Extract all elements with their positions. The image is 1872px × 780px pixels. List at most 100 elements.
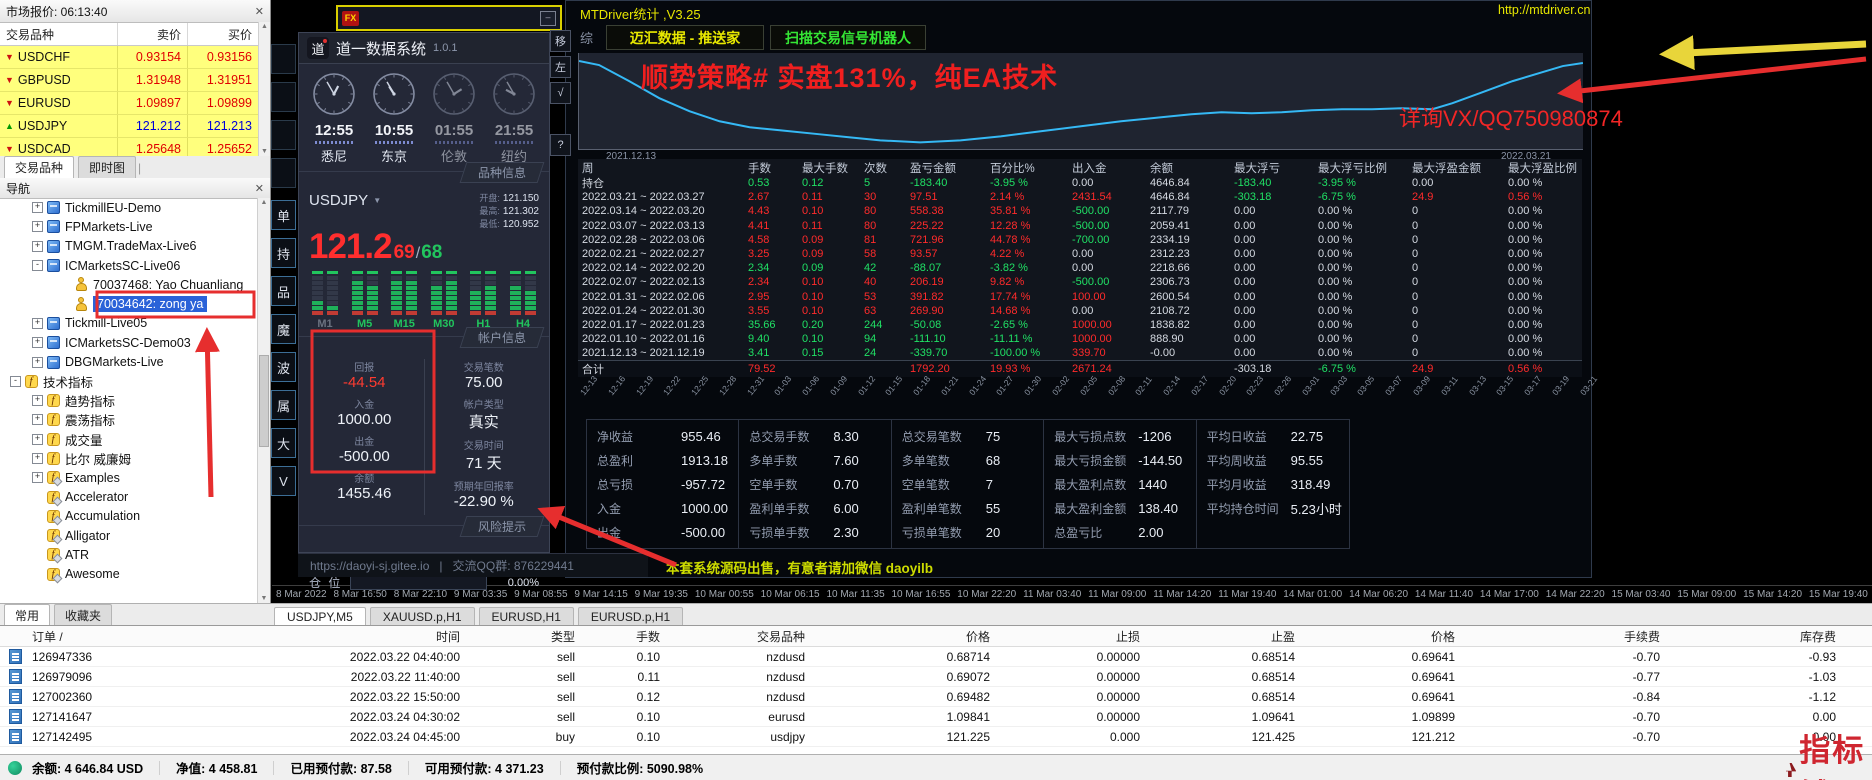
tree-item[interactable]: 70037468: Yao Chuanliang	[0, 275, 258, 294]
tree-item[interactable]: ATR	[0, 545, 258, 564]
side-tab-5[interactable]: 波	[271, 352, 296, 382]
tree-item[interactable]: +Examples	[0, 468, 258, 487]
collapse-icon[interactable]: -	[10, 376, 21, 387]
scroll-down-icon[interactable]: ▼	[261, 148, 268, 155]
mini-button-4[interactable]: ?	[550, 134, 571, 156]
tree-item[interactable]: +TickmillEU-Demo	[0, 198, 258, 217]
market-row[interactable]: ▲USDJPY121.212121.213	[0, 115, 270, 138]
tree-item[interactable]: +Tickmill-Live05	[0, 314, 258, 333]
scroll-up-icon[interactable]: ▲	[261, 23, 268, 30]
section-tab-symbol-info: 品种信息	[299, 171, 549, 190]
tab-common[interactable]: 常用	[4, 604, 50, 626]
scroll-down-icon[interactable]: ▼	[261, 595, 268, 602]
side-tab-2[interactable]: 持	[271, 238, 296, 268]
orders-column-header[interactable]: 时间	[168, 628, 468, 645]
tree-item[interactable]: Accumulation	[0, 507, 258, 526]
market-row[interactable]: ▼USDCHF0.931540.93156	[0, 46, 270, 69]
daoyi-url[interactable]: https://daoyi-sj.gitee.io	[310, 559, 429, 573]
mini-button-3[interactable]: √	[550, 82, 571, 104]
tree-item[interactable]: +震荡指标	[0, 410, 258, 429]
column-ask[interactable]: 买价	[188, 23, 259, 45]
tree-item[interactable]: Alligator	[0, 526, 258, 545]
side-tab-4[interactable]: 魔	[271, 314, 296, 344]
time-axis-label: 11 Mar 03:40	[1023, 589, 1081, 600]
orders-column-header[interactable]: 止盈	[1148, 628, 1303, 645]
orders-column-header[interactable]: 价格	[1303, 628, 1463, 645]
expand-icon[interactable]: +	[32, 395, 43, 406]
orders-column-header[interactable]: 手数	[583, 628, 668, 645]
order-row[interactable]: 1271424952022.03.24 04:45:00buy0.10usdjp…	[0, 727, 1872, 747]
tree-item[interactable]: -技术指标	[0, 372, 258, 391]
side-tab-8[interactable]: V	[271, 466, 296, 496]
expand-icon[interactable]: +	[32, 337, 43, 348]
side-tab-hidden[interactable]	[271, 158, 296, 188]
orders-column-header[interactable]: 订单 /	[28, 628, 168, 645]
scroll-up-icon[interactable]: ▲	[261, 199, 268, 206]
tree-item[interactable]: +比尔 威廉姆	[0, 449, 258, 468]
expand-icon[interactable]: +	[32, 472, 43, 483]
tree-item[interactable]: +DBGMarkets-Live	[0, 352, 258, 371]
tree-item[interactable]: -ICMarketsSC-Live06	[0, 256, 258, 275]
tree-item[interactable]: +FPMarkets-Live	[0, 217, 258, 236]
navigator-scrollbar[interactable]: ▲▼	[257, 198, 270, 603]
order-row[interactable]: 1271416472022.03.24 04:30:02sell0.10euru…	[0, 707, 1872, 727]
tree-item[interactable]: +成交量	[0, 430, 258, 449]
side-tab-hidden[interactable]	[271, 120, 296, 150]
chart-tab-4[interactable]: EURUSD.p,H1	[578, 607, 683, 626]
side-tab-6[interactable]: 属	[271, 390, 296, 420]
orders-column-header[interactable]: 手续费	[1463, 628, 1668, 645]
tab-favorites[interactable]: 收藏夹	[54, 604, 112, 626]
close-icon[interactable]: ✕	[255, 5, 264, 18]
tree-item[interactable]: Awesome	[0, 565, 258, 584]
expand-icon[interactable]: +	[32, 357, 43, 368]
minimize-icon[interactable]: –	[540, 11, 556, 26]
expand-icon[interactable]: +	[32, 414, 43, 425]
section-tab-account-info: 帐户信息	[299, 336, 549, 355]
collapse-icon[interactable]: -	[32, 260, 43, 271]
mini-button-2[interactable]: 左	[550, 56, 571, 78]
tree-item[interactable]: 70034642: zong ya	[0, 294, 258, 313]
expand-icon[interactable]: +	[32, 241, 43, 252]
chart-tab-3[interactable]: EURUSD,H1	[479, 607, 574, 626]
market-row[interactable]: ▼GBPUSD1.319481.31951	[0, 69, 270, 92]
close-icon[interactable]: ✕	[255, 182, 264, 195]
side-tab-7[interactable]: 大	[271, 428, 296, 458]
status-item: 可用预付款: 4 371.23	[425, 758, 544, 777]
orders-column-header[interactable]: 类型	[468, 628, 583, 645]
chart-tab-1[interactable]: USDJPY,M5	[274, 607, 366, 626]
orders-column-header[interactable]: 库存费	[1668, 628, 1844, 645]
maihui-data-button[interactable]: 迈汇数据 - 推送家	[606, 25, 764, 50]
side-tab-hidden[interactable]	[271, 82, 296, 112]
scroll-thumb[interactable]	[259, 355, 269, 447]
column-symbol[interactable]: 交易品种	[0, 23, 118, 45]
tree-item[interactable]: Accelerator	[0, 487, 258, 506]
expand-icon[interactable]: +	[32, 221, 43, 232]
tab-summary-stub[interactable]: 综	[580, 28, 593, 47]
orders-column-header[interactable]: 交易品种	[668, 628, 813, 645]
symbol-dropdown[interactable]: USDJPY▼	[309, 192, 381, 209]
expand-icon[interactable]: +	[32, 453, 43, 464]
market-watch-scrollbar[interactable]: ▲▼	[258, 22, 270, 156]
tab-tick-chart[interactable]: 即时图	[78, 156, 136, 178]
order-row[interactable]: 1269473362022.03.22 04:40:00sell0.10nzdu…	[0, 647, 1872, 667]
tab-symbols[interactable]: 交易品种	[4, 156, 74, 178]
side-tab-3[interactable]: 品	[271, 276, 296, 306]
orders-column-header[interactable]: 价格	[813, 628, 998, 645]
chart-tab-2[interactable]: XAUUSD.p,H1	[370, 607, 475, 626]
tree-item[interactable]: +ICMarketsSC-Demo03	[0, 333, 258, 352]
orders-column-header[interactable]: 止损	[998, 628, 1148, 645]
scan-signal-robot-button[interactable]: 扫描交易信号机器人	[770, 25, 926, 50]
order-row[interactable]: 1269790962022.03.22 11:40:00sell0.11nzdu…	[0, 667, 1872, 687]
mtdriver-url[interactable]: http://mtdriver.cn	[1498, 3, 1590, 17]
side-tab-hidden[interactable]	[271, 44, 296, 74]
side-tab-1[interactable]: 单	[271, 200, 296, 230]
tree-item[interactable]: +趋势指标	[0, 391, 258, 410]
market-row[interactable]: ▼EURUSD1.098971.09899	[0, 92, 270, 115]
expand-icon[interactable]: +	[32, 318, 43, 329]
column-bid[interactable]: 卖价	[118, 23, 188, 45]
expand-icon[interactable]: +	[32, 202, 43, 213]
order-row[interactable]: 1270023602022.03.22 15:50:00sell0.12nzdu…	[0, 687, 1872, 707]
tree-item[interactable]: +TMGM.TradeMax-Live6	[0, 237, 258, 256]
expand-icon[interactable]: +	[32, 434, 43, 445]
mini-button-1[interactable]: 移	[550, 30, 571, 52]
